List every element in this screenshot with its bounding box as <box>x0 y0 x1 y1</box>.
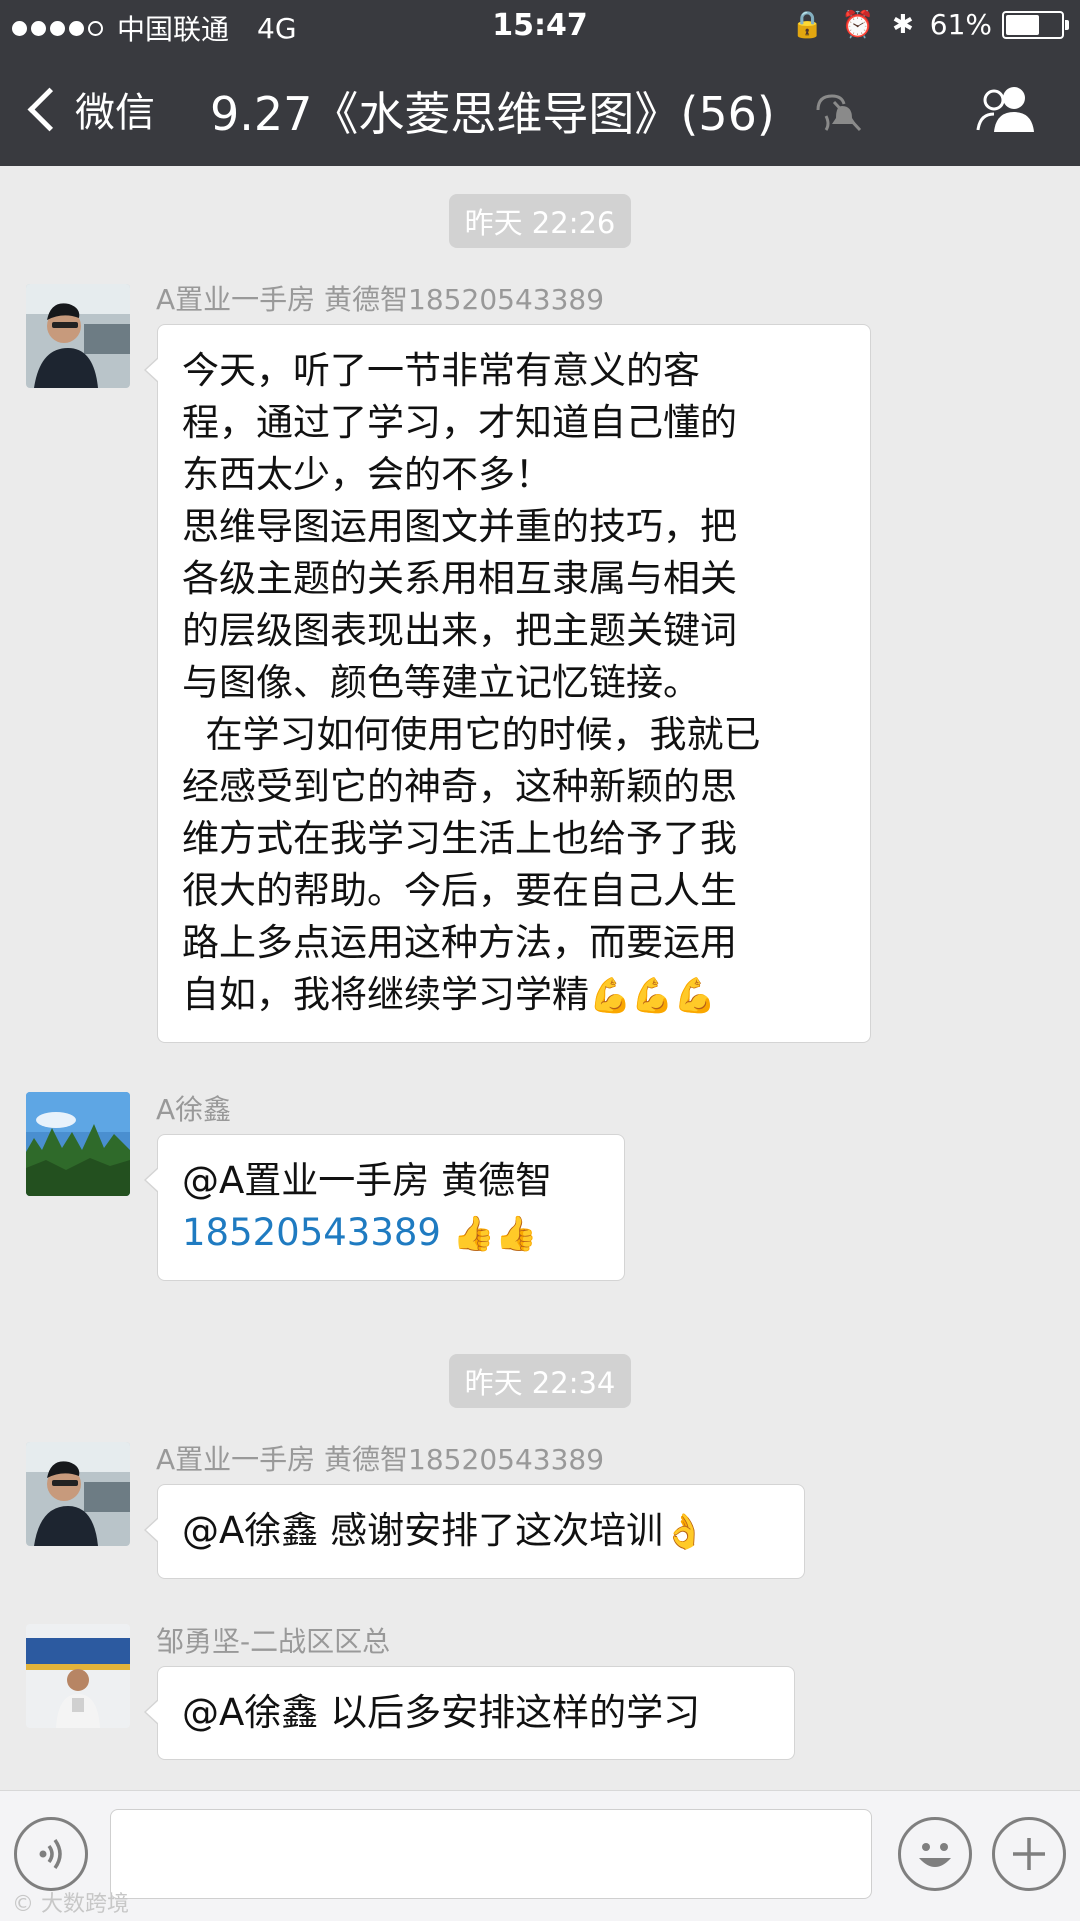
message-line: 维方式在我学习生活上也给予了我 <box>182 817 737 860</box>
avatar[interactable] <box>26 1624 130 1728</box>
message-bubble[interactable]: @A徐鑫 感谢安排了这次培训👌 <box>144 1484 805 1579</box>
sender-name: A徐鑫 <box>156 1093 232 1126</box>
message-line: 各级主题的关系用相互隶属与相关 <box>182 557 737 600</box>
message-bubble[interactable]: @A徐鑫 以后多安排这样的学习 <box>144 1666 795 1760</box>
nav-bar: 微信 9.27《水菱思维导图》(56) <box>0 54 1080 166</box>
chat-title: 9.27《水菱思维导图》(56) <box>210 87 775 141</box>
group-members-icon[interactable] <box>976 84 1038 134</box>
avatar-photo <box>26 1442 130 1546</box>
message-line: 今天，听了一节非常有意义的客 <box>182 349 700 392</box>
watermark: © 大数跨境 <box>12 1886 129 1918</box>
message-line: @A徐鑫 感谢安排了这次培训👌 <box>182 1505 780 1558</box>
chevron-left-icon <box>27 87 72 131</box>
message-text: 自如，我将继续学习学精 <box>182 973 589 1016</box>
flexed-biceps-icon: 💪💪💪 <box>589 976 717 1016</box>
message-line: 在学习如何使用它的时候，我就已 <box>182 713 761 756</box>
chat-area[interactable]: 昨天 22:26 A置业一手房 黄德智18520543389 今天，听了一节非常… <box>0 166 1080 1790</box>
message-line: 程，通过了学习，才知道自己懂的 <box>182 401 737 444</box>
sender-name: A置业一手房 黄德智18520543389 <box>156 1443 605 1476</box>
message-line: 自如，我将继续学习学精💪💪💪 <box>182 969 846 1022</box>
status-bar: 中国联通 4G 15:47 🔒 ⏰ ✱ 61% <box>0 0 1080 54</box>
bluetooth-icon: ✱ <box>891 9 914 40</box>
ok-hand-icon: 👌 <box>663 1512 706 1552</box>
top-bar: 中国联通 4G 15:47 🔒 ⏰ ✱ 61% 微信 9.27《水菱思维导图》(… <box>0 0 1080 166</box>
timestamp-divider: 昨天 22:26 <box>0 194 1080 248</box>
back-button[interactable]: 微信 <box>27 80 155 138</box>
message-line: 思维导图运用图文并重的技巧，把 <box>182 505 737 548</box>
timestamp-label: 昨天 22:26 <box>448 194 632 248</box>
message-line: 很大的帮助。今后，要在自己人生 <box>182 869 737 912</box>
message-line: 东西太少，会的不多！ <box>182 453 552 496</box>
sender-name: 邹勇坚-二战区区总 <box>156 1625 391 1658</box>
thumbs-up-icon: 👍👍 <box>452 1214 538 1254</box>
emoji-button[interactable] <box>898 1817 972 1891</box>
voice-button[interactable] <box>14 1817 88 1891</box>
message-line: 经感受到它的神奇，这种新颖的思 <box>182 765 737 808</box>
phone-number-link[interactable]: 18520543389 <box>182 1211 441 1254</box>
message-text: @A徐鑫 以后多安排这样的学习 <box>182 1691 701 1734</box>
timestamp-label: 昨天 22:34 <box>448 1354 632 1408</box>
sender-name: A置业一手房 黄德智18520543389 <box>156 283 605 316</box>
message-line: 的层级图表现出来，把主题关键词 <box>182 609 737 652</box>
alarm-icon: ⏰ <box>841 9 874 40</box>
message-bubble[interactable]: @A置业一手房 黄德智 18520543389 👍👍 <box>144 1134 625 1281</box>
message-line: 与图像、颜色等建立记忆链接。 <box>182 661 700 704</box>
watermark-text: 大数跨境 <box>41 1892 130 1917</box>
muted-bell-icon <box>816 94 862 132</box>
status-right: 🔒 ⏰ ✱ 61% <box>773 8 1069 41</box>
avatar-photo <box>26 1092 130 1196</box>
input-bar <box>0 1790 1080 1921</box>
battery-icon <box>1002 10 1069 39</box>
message-line: 18520543389 👍👍 <box>182 1207 600 1260</box>
emoji-icon <box>919 1843 951 1867</box>
timestamp-divider: 昨天 22:34 <box>0 1354 1080 1408</box>
mention-text: @A置业一手房 黄德智 <box>182 1159 553 1202</box>
watermark-logo-icon: © <box>12 1892 34 1917</box>
avatar[interactable] <box>26 1442 130 1546</box>
message-input[interactable] <box>110 1809 872 1899</box>
message-text: @A徐鑫 感谢安排了这次培训 <box>182 1509 664 1552</box>
avatar-photo <box>26 1624 130 1728</box>
more-button[interactable] <box>992 1817 1066 1891</box>
battery-percent: 61% <box>929 8 992 41</box>
message-bubble[interactable]: 今天，听了一节非常有意义的客 程，通过了学习，才知道自己懂的 东西太少，会的不多… <box>144 324 871 1043</box>
avatar[interactable] <box>26 1092 130 1196</box>
voice-icon <box>39 1838 62 1870</box>
back-label: 微信 <box>75 90 155 136</box>
avatar-photo <box>26 284 130 388</box>
message-line: 路上多点运用这种方法，而要运用 <box>182 921 737 964</box>
avatar[interactable] <box>26 284 130 388</box>
plus-icon <box>1013 1838 1045 1870</box>
rotation-lock-icon: 🔒 <box>791 9 824 40</box>
